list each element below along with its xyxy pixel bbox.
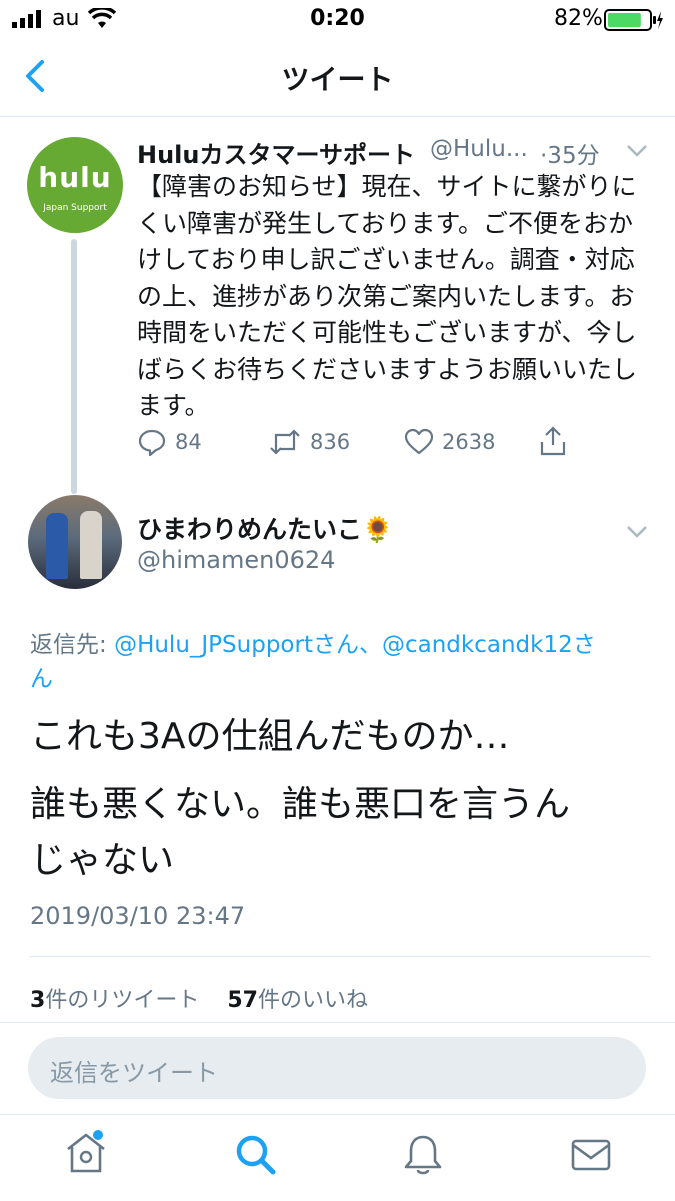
chevron-down-icon[interactable] [626, 524, 648, 543]
tweet-body: 【障害のお知らせ】現在、サイトに繋がりに くい障害が発生しております。ご不便をお… [137, 169, 657, 425]
battery-icon [604, 9, 664, 35]
mail-icon [571, 1139, 611, 1171]
tab-notifications[interactable] [402, 1131, 444, 1177]
search-icon [236, 1135, 276, 1175]
heart-icon [404, 428, 434, 455]
tweet-text-line: ます。 [137, 391, 210, 420]
thread-line [71, 239, 77, 494]
tweet-author-handle[interactable]: @Hulu... [430, 136, 528, 162]
retweet-stat[interactable]: 3件のリツイート [30, 988, 206, 1013]
tab-home[interactable] [64, 1129, 108, 1175]
battery-percent: 82% [554, 6, 603, 31]
reply-to-link-cont[interactable]: ん [30, 666, 53, 692]
retweet-stat-count: 3 [30, 988, 46, 1013]
reply-bar: 返信をツイート [0, 1022, 675, 1115]
tweet-text-line: の上、進捗があり次第ご案内いたします。お [137, 281, 635, 311]
reply-action[interactable]: 84 [137, 427, 202, 457]
like-stat-count: 57 [227, 988, 258, 1013]
share-icon [540, 426, 566, 456]
status-bar: au 0:20 82% [0, 0, 675, 40]
bell-icon [404, 1135, 442, 1175]
tweet-text-line: 時間をいただく可能性もございますが、今し [137, 318, 637, 347]
user-display-name[interactable]: ひまわりめんたいこ🌻 [137, 510, 393, 546]
home-icon [67, 1130, 105, 1173]
tab-bar [0, 1114, 675, 1201]
reply-separator: 、 [358, 632, 382, 658]
retweet-action[interactable]: 836 [268, 427, 350, 457]
tweet-text-line: ばらくお待ちくださいますようお願いいたし [137, 354, 638, 384]
tweet-timestamp: 2019/03/10 23:47 [30, 902, 246, 930]
reply-count: 84 [175, 430, 202, 454]
like-stat-label: 件のいいね [257, 988, 368, 1013]
nav-header: ツイート [0, 40, 675, 117]
like-stat[interactable]: 57件のいいね [227, 988, 368, 1013]
user-handle[interactable]: @himamen0624 [137, 546, 335, 574]
retweet-stat-label: 件のリツイート [45, 988, 200, 1013]
like-action[interactable]: 2638 [404, 427, 495, 457]
like-count: 2638 [442, 430, 496, 454]
tweet-text-line: 【障害のお知らせ】現在、サイトに繋がりに [137, 172, 637, 201]
chevron-down-icon[interactable] [626, 143, 648, 162]
tweet-text-line: 誰も悪くない。誰も悪口を言うん [30, 784, 571, 825]
tweet-author-name[interactable]: Huluカスタマーサポート [137, 135, 415, 170]
hulu-logo-subtext: Japan Support [43, 203, 107, 213]
reply-to-line: 返信先: @Hulu_JPSupportさん、@candkcandk12さ ん [30, 628, 650, 696]
user-avatar[interactable] [28, 495, 122, 589]
reply-icon [138, 429, 166, 457]
tweet-text-line: けしており申し訳ございません。調査・対応 [137, 245, 635, 274]
reply-input[interactable]: 返信をツイート [28, 1037, 646, 1099]
share-action[interactable] [538, 425, 568, 457]
retweet-icon [270, 429, 300, 455]
hulu-logo-text: hulu [38, 161, 112, 194]
avatar-figure [46, 513, 68, 579]
reply-to-link[interactable]: @candkcandk12さ [382, 632, 596, 658]
main-tweet: ひまわりめんたいこ🌻 @himamen0624 返信先: @Hulu_JPSup… [0, 490, 675, 960]
tweet-time: ·35分 [540, 143, 600, 169]
avatar-figure [80, 511, 102, 579]
tab-messages[interactable] [570, 1137, 612, 1173]
reply-to-label: 返信先: [30, 632, 107, 658]
tweet-text-line: じゃない [30, 840, 175, 881]
engagement-stats: 3件のリツイート 57件のいいね [30, 982, 368, 1014]
page-title: ツイート [281, 63, 394, 96]
tab-search[interactable] [234, 1133, 278, 1177]
divider [30, 956, 650, 957]
reply-placeholder: 返信をツイート [50, 1059, 218, 1087]
tweet-text-line: これも3Aの仕組んだものか… [30, 716, 510, 757]
parent-tweet[interactable]: hulu Japan Support Huluカスタマーサポート @Hulu..… [0, 117, 675, 494]
hulu-avatar[interactable]: hulu Japan Support [27, 137, 123, 233]
tweet-text-line: くい障害が発生しております。ご不便をおか [137, 208, 634, 238]
reply-to-link[interactable]: @Hulu_JPSupportさん [114, 632, 359, 658]
retweet-count: 836 [310, 430, 351, 454]
